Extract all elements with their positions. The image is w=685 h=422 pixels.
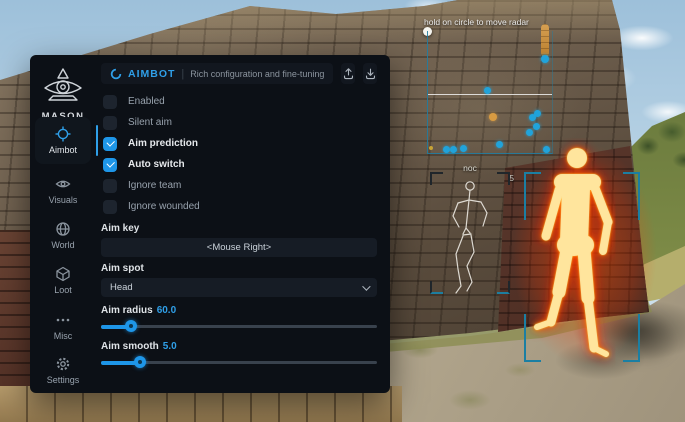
checkbox[interactable] [103, 95, 117, 109]
sidebar-item-world[interactable]: World [35, 221, 91, 250]
aim-radius-value: 60.0 [157, 305, 176, 316]
aim-radius-label: Aim radius [101, 305, 153, 316]
game-screen: noc 5 hold on circle to move r [0, 0, 685, 422]
page-subtitle: Rich configuration and fine-tuning [190, 69, 324, 79]
sidebar-item-label: Aimbot [35, 145, 91, 155]
globe-icon [35, 221, 91, 237]
esp-player-distance: 5 [510, 174, 514, 183]
aim-smooth-label: Aim smooth [101, 341, 159, 352]
checkbox[interactable] [103, 158, 117, 172]
checkbox-row-ignore-wounded[interactable]: Ignore wounded [101, 196, 377, 217]
slider-handle[interactable] [125, 320, 137, 332]
tab-header: AIMBOT | Rich configuration and fine-tun… [101, 63, 377, 84]
aim-smooth-value: 5.0 [163, 341, 177, 352]
checkbox[interactable] [103, 179, 117, 193]
title-divider: | [181, 68, 184, 80]
chevron-down-icon [362, 282, 370, 290]
radar-hint-text: hold on circle to move radar [424, 17, 529, 27]
aim-spot-label: Aim spot [101, 263, 377, 274]
player-esp-box [524, 172, 640, 362]
marker-bar [541, 24, 549, 57]
eye-icon [35, 176, 91, 192]
aim-radius-slider[interactable] [101, 319, 377, 333]
export-config-button[interactable] [363, 63, 377, 84]
checkbox-list: Enabled Silent aim Aim prediction Auto s… [101, 91, 377, 217]
checkbox-row-aim-prediction[interactable]: Aim prediction [101, 133, 377, 154]
aim-smooth-slider[interactable] [101, 355, 377, 369]
aim-radius-control: Aim radius 60.0 [101, 305, 377, 333]
radar: hold on circle to move radar [422, 17, 557, 157]
tab-title-bar: AIMBOT | Rich configuration and fine-tun… [101, 63, 333, 84]
esp-corner-top-left [524, 172, 541, 220]
marker-dot [541, 55, 549, 63]
radar-dot [529, 114, 536, 121]
radar-dot [460, 145, 467, 152]
download-icon [364, 67, 377, 80]
esp-corner-bottom-right [623, 314, 640, 362]
brand-logo-block: MASON [30, 67, 96, 122]
sidebar-item-label: Loot [35, 285, 91, 295]
checkbox-row-auto-switch[interactable]: Auto switch [101, 154, 377, 175]
sidebar-item-label: Settings [35, 375, 91, 385]
radar-dot [533, 123, 540, 130]
sidebar: MASON Aimbot Visuals [30, 55, 96, 393]
gear-icon [35, 356, 91, 372]
sidebar-item-label: Visuals [35, 195, 91, 205]
skeleton-esp: noc 5 [430, 163, 510, 296]
aim-spot-value: Head [110, 282, 362, 293]
sidebar-item-visuals[interactable]: Visuals [35, 176, 91, 205]
esp-corner-top-right [623, 172, 640, 220]
checkbox-row-enabled[interactable]: Enabled [101, 91, 377, 112]
slider-handle[interactable] [134, 356, 146, 368]
spinner-icon [110, 68, 122, 80]
checkbox[interactable] [103, 137, 117, 151]
slider-track [101, 325, 377, 328]
upload-icon [342, 67, 355, 80]
radar-dot [496, 141, 503, 148]
radar-dot [429, 146, 433, 150]
checkbox[interactable] [103, 116, 117, 130]
radar-dot [489, 113, 497, 121]
ellipsis-icon [35, 312, 91, 328]
cube-icon [35, 266, 91, 282]
checkbox-row-ignore-team[interactable]: Ignore team [101, 175, 377, 196]
sidebar-item-label: Misc [35, 331, 91, 341]
aim-spot-select[interactable]: Head [101, 278, 377, 297]
aim-smooth-control: Aim smooth 5.0 [101, 341, 377, 369]
radar-axis-line [428, 94, 552, 95]
checkbox[interactable] [103, 200, 117, 214]
mason-eye-logo [41, 67, 85, 103]
crosshair-icon [35, 126, 91, 142]
checkbox-row-silent-aim[interactable]: Silent aim [101, 112, 377, 133]
radar-dot [484, 87, 491, 94]
page-title: AIMBOT [128, 68, 175, 80]
sidebar-item-misc[interactable]: Misc [35, 312, 91, 341]
sidebar-item-settings[interactable]: Settings [35, 356, 91, 385]
cheat-menu-window: MASON Aimbot Visuals [30, 55, 390, 393]
radar-dot [543, 146, 550, 153]
esp-corner-bottom-left [524, 314, 541, 362]
sidebar-item-label: World [35, 240, 91, 250]
radar-dot [450, 146, 457, 153]
import-config-button[interactable] [341, 63, 355, 84]
sidebar-item-loot[interactable]: Loot [35, 266, 91, 295]
menu-content: AIMBOT | Rich configuration and fine-tun… [96, 55, 390, 393]
sidebar-item-aimbot[interactable]: Aimbot [35, 117, 91, 164]
radar-dot [526, 129, 533, 136]
world-marker [541, 24, 550, 68]
radar-dot [443, 146, 450, 153]
skeleton-bones [430, 172, 510, 294]
aim-key-label: Aim key [101, 223, 377, 234]
aim-key-button[interactable]: <Mouse Right> [101, 238, 377, 257]
